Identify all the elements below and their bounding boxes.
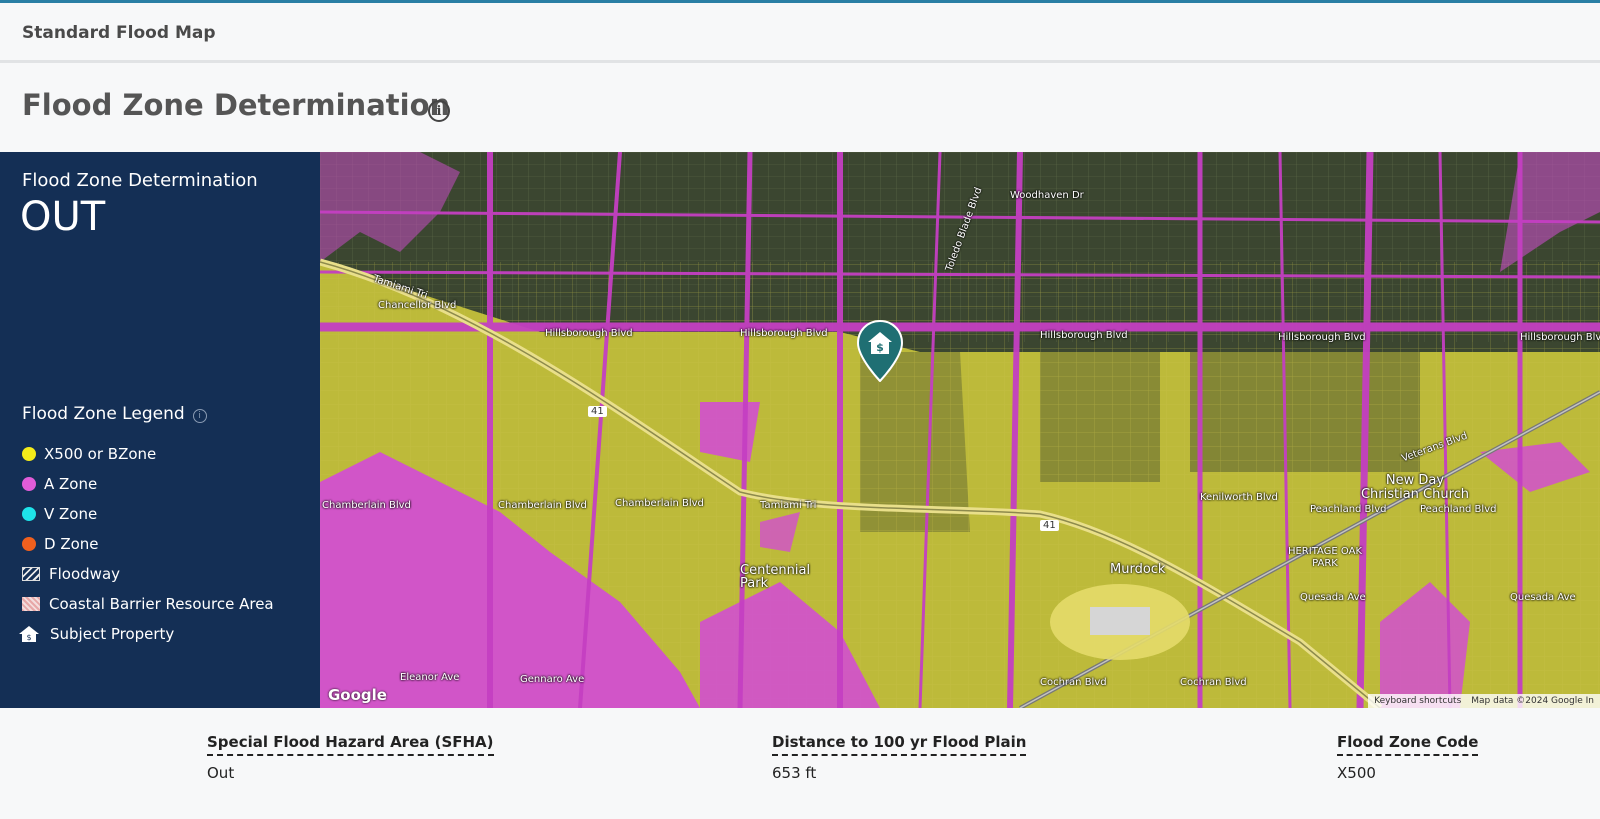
map-label: Tamiami Tri [760,500,817,511]
map-label: Centennial Park [740,563,811,591]
orange-dot-icon [22,537,36,551]
legend-item-v-zone: V Zone [22,499,274,529]
cyan-dot-icon [22,507,36,521]
map-label: Peachland Blvd [1420,504,1497,515]
map-label: Kenilworth Blvd [1200,492,1278,503]
legend-info-icon[interactable]: i [192,409,207,423]
legend-item-a-zone: A Zone [22,469,274,499]
svg-text:$: $ [26,633,31,642]
legend-item-label: Floodway [49,565,121,583]
map-label: Quesada Ave [1510,592,1576,603]
legend-item-x500: X500 or BZone [22,439,274,469]
page-header: Flood Zone Determination i [0,66,1600,152]
stat-zone-code: Flood Zone Code X500 [1337,732,1479,782]
map-label: Eleanor Ave [400,672,460,683]
legend-item-subject-property: $ Subject Property [19,619,274,649]
legend-item-cbra: Coastal Barrier Resource Area [22,589,274,619]
map-label: Cochran Blvd [1180,677,1247,688]
legend-item-label: V Zone [44,505,98,523]
map-footer: Keyboard shortcuts Map data ©2024 Google… [1368,694,1600,708]
map-label: Hillsborough Blvd [1040,330,1128,341]
flood-zone-panel: Flood Zone Determination OUT Flood Zone … [0,152,320,708]
legend-title: Flood Zone Legend i [22,404,207,424]
map-label: Chamberlain Blvd [322,500,411,511]
stat-label[interactable]: Special Flood Hazard Area (SFHA) [207,733,494,756]
determination-value: OUT [20,194,106,240]
legend-item-label: A Zone [44,475,98,493]
legend-title-text: Flood Zone Legend [22,404,185,424]
map-label: Chancellor Blvd [378,300,457,311]
yellow-dot-icon [22,447,36,461]
magenta-dot-icon [22,477,36,491]
map-label: HERITAGE OAK PARK [1287,546,1363,569]
hatch-pattern-icon [22,567,40,581]
route-41-shield: 41 [588,406,607,417]
stat-label[interactable]: Distance to 100 yr Flood Plain [772,733,1027,756]
map-label: Chamberlain Blvd [498,500,587,511]
map-label: Hillsborough Blvd [740,328,828,339]
house-icon: $ [19,626,39,642]
legend-item-label: Coastal Barrier Resource Area [49,595,274,613]
route-41-shield: 41 [1040,520,1059,531]
stat-value: 653 ft [772,764,817,782]
map-label: Hillsborough Blvd [545,328,633,339]
tab-bar: Standard Flood Map [0,3,1600,63]
stat-value: X500 [1337,764,1376,782]
legend-item-d-zone: D Zone [22,529,274,559]
info-circle-icon[interactable]: i [428,100,450,122]
map-label: New Day Christian Church [1360,473,1470,502]
map-label: Gennaro Ave [520,674,585,685]
determination-label: Flood Zone Determination [22,170,258,191]
keyboard-shortcuts-link[interactable]: Keyboard shortcuts [1374,696,1461,706]
google-logo: Google [328,686,387,704]
legend-list: X500 or BZone A Zone V Zone D Zone Flood… [19,439,274,649]
svg-text:$: $ [876,341,884,354]
map-data-attribution[interactable]: Map data ©2024 Google In [1471,696,1594,706]
tab-standard-flood-map[interactable]: Standard Flood Map [22,23,216,43]
stat-value: Out [207,764,235,782]
map-label: Hillsborough Blvd [1520,332,1600,343]
map-label: Woodhaven Dr [1010,190,1084,201]
legend-item-label: D Zone [44,535,99,553]
stat-label[interactable]: Flood Zone Code [1337,733,1479,756]
map-label: Quesada Ave [1300,592,1366,603]
legend-item-label: X500 or BZone [44,445,157,463]
map-label: Peachland Blvd [1310,504,1387,515]
subject-property-pin-icon[interactable]: $ [857,320,903,382]
flood-map[interactable]: Tamiami Tri Chancellor Blvd Hillsborough… [320,152,1600,708]
stat-sfha: Special Flood Hazard Area (SFHA) Out [207,732,494,782]
page-title: Flood Zone Determination [22,88,451,122]
legend-item-label: Subject Property [50,625,175,643]
legend-item-floodway: Floodway [22,559,274,589]
stat-distance: Distance to 100 yr Flood Plain 653 ft [772,732,1027,782]
flood-stats: Special Flood Hazard Area (SFHA) Out Dis… [0,708,1600,819]
map-label: Chamberlain Blvd [615,498,704,509]
map-label: Hillsborough Blvd [1278,332,1366,343]
map-label: Cochran Blvd [1040,677,1107,688]
map-label: Murdock [1110,562,1166,577]
cbra-pattern-icon [22,597,40,611]
